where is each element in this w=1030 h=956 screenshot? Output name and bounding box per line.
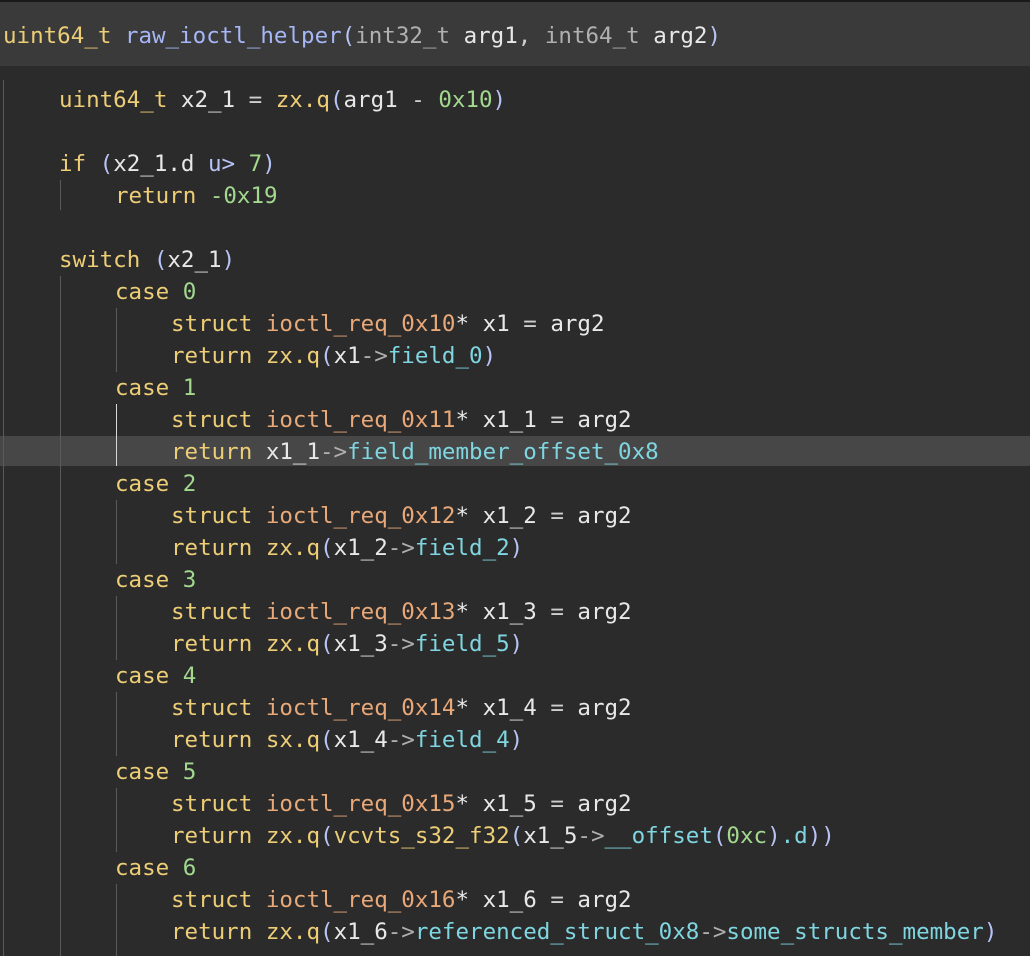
indent-guide [116,308,117,372]
code-line[interactable]: struct ioctl_req_0x15* x1_5 = arg2 [171,788,1030,820]
close-paren: ) [707,23,721,49]
open-paren: ( [341,23,356,49]
return-type[interactable]: uint64_t [3,23,111,49]
code-line[interactable]: case 0 [115,276,1030,308]
function-name[interactable]: raw_ioctl_helper [125,23,342,49]
indent-guide [3,80,4,956]
code-line[interactable]: return zx.q(x1_3->field_5) [171,628,1030,660]
code-line[interactable]: struct ioctl_req_0x16* x1_6 = arg2 [171,884,1030,916]
code-line[interactable]: if (x2_1.d u> 7) [59,148,1030,180]
code-line[interactable]: switch (x2_1) [59,244,1030,276]
code-line[interactable]: return zx.q(x1->field_0) [171,340,1030,372]
param2-type[interactable]: int64_t [545,23,640,49]
code-line[interactable]: uint64_t x2_1 = zx.q(arg1 - 0x10) [59,84,1030,116]
indent-guide [116,596,117,660]
param2-name[interactable]: arg2 [653,23,707,49]
code-line[interactable]: case 3 [115,564,1030,596]
param1-name[interactable]: arg1 [464,23,518,49]
indent-guide [116,404,117,466]
indent-guide [116,884,117,956]
code-line[interactable]: case 2 [115,468,1030,500]
indent-guide [60,180,61,210]
function-signature[interactable]: uint64_t raw_ioctl_helper(int32_t arg1, … [3,20,1030,52]
comma: , [517,23,532,49]
code-line[interactable]: return sx.q(x1_4->field_4) [171,724,1030,756]
indent-guide [60,276,61,956]
code-line[interactable]: struct ioctl_req_0x10* x1 = arg2 [171,308,1030,340]
code-line[interactable]: struct ioctl_req_0x14* x1_4 = arg2 [171,692,1030,724]
indent-guide [116,692,117,756]
indent-guide [116,788,117,852]
code-line[interactable]: case 5 [115,756,1030,788]
code-line[interactable]: case 4 [115,660,1030,692]
code-line[interactable]: struct ioctl_req_0x12* x1_2 = arg2 [171,500,1030,532]
code-line-selected[interactable]: return x1_1->field_member_offset_0x8 [171,436,1030,468]
code-line[interactable]: struct ioctl_req_0x13* x1_3 = arg2 [171,596,1030,628]
code-line[interactable]: return -0x19 [115,180,1030,212]
code-line[interactable]: case 6 [115,852,1030,884]
code-line[interactable]: return zx.q(x1_6->referenced_struct_0x8-… [171,916,1030,948]
code-line[interactable]: case 1 [115,372,1030,404]
function-signature-bar: uint64_t raw_ioctl_helper(int32_t arg1, … [0,0,1030,66]
code-line[interactable]: return zx.q(vcvts_s32_f32(x1_5->__offset… [171,820,1030,852]
param1-type[interactable]: int32_t [355,23,450,49]
code-line[interactable]: struct ioctl_req_0x11* x1_1 = arg2 [171,404,1030,436]
indent-guide [116,500,117,564]
code-line[interactable]: return zx.q(x1_2->field_2) [171,532,1030,564]
